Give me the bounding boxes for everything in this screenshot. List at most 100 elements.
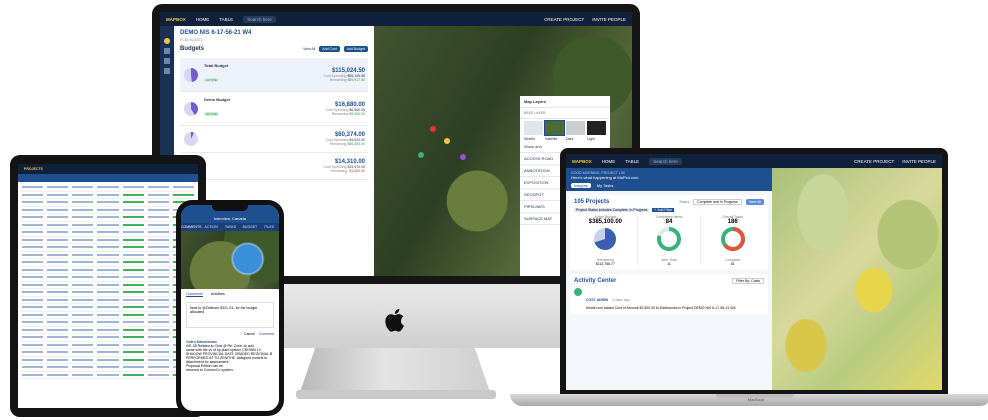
status-filter-select[interactable]: Complete and In Progress [693,199,742,205]
search-input[interactable]: Search here [649,157,682,165]
table-row[interactable] [20,372,196,379]
subtab-activities[interactable]: Activities [211,292,225,297]
view-all-link[interactable]: View All [303,47,315,51]
add-budget-button[interactable]: Add Budget [343,46,368,52]
tab-comments[interactable]: COMMENTS [181,225,201,229]
table-row[interactable] [20,199,196,207]
filter-chip[interactable]: Project Status includes Complete, In Pro… [574,208,650,212]
tab-my-tasks[interactable]: My Tasks [597,183,614,188]
tab-files[interactable]: FILES [260,225,279,229]
cancel-button[interactable]: Cancel [244,332,255,336]
base-option-streets[interactable] [524,121,543,135]
table-row[interactable] [20,214,196,222]
nav-table[interactable]: TABLE [625,159,639,164]
brand-logo[interactable]: MAPBOX [166,17,186,22]
table-cell [47,261,69,264]
dashboard-panel: GOOD MORNING, PROJECT LIM Here's what ha… [566,168,772,390]
table-cell [147,283,169,286]
search-input[interactable]: Search here [243,15,276,23]
table-row[interactable] [20,289,196,297]
table-row[interactable] [20,244,196,252]
map-marker[interactable] [430,126,436,132]
table-cell [147,313,169,316]
table-row[interactable] [20,274,196,282]
tab-insights[interactable]: Insights [571,183,591,188]
base-option-light[interactable] [587,121,606,135]
table-cell [22,246,44,249]
table-cell [47,313,69,316]
rail-icon-home[interactable] [164,38,170,44]
table-cell [147,321,169,324]
map-marker[interactable] [460,154,466,160]
table-row[interactable] [20,237,196,244]
comment-input[interactable]: Note to @Zeitloser 8321-S1- for the budg… [186,302,274,328]
create-project-button[interactable]: CREATE PROJECT [544,17,584,22]
status-label: Status [679,200,690,204]
invite-people-button[interactable]: INVITE PEOPLE [902,159,936,164]
comment-button[interactable]: Comment [259,332,274,336]
table-row[interactable] [20,297,196,304]
table-row[interactable] [20,349,196,357]
table-row[interactable] [20,252,196,259]
table-row[interactable] [20,327,196,334]
add-filter-button[interactable]: + Add Filter [652,208,675,212]
table-row[interactable] [20,222,196,229]
map-marker[interactable] [444,138,450,144]
terrain-map[interactable] [772,168,942,390]
invite-people-button[interactable]: INVITE PEOPLE [592,17,626,22]
table-cell [72,298,94,301]
budget-row[interactable]: $60,374.00 Cost Spending $4,020.00 Remaini… [180,126,368,153]
table-cell [72,328,94,331]
table-row[interactable] [20,312,196,319]
table-row[interactable] [20,207,196,214]
table-row[interactable] [20,357,196,364]
table-row[interactable] [20,304,196,312]
table-row[interactable] [20,267,196,274]
nav-home[interactable]: HOME [196,17,210,22]
table-cell [147,343,169,346]
table-row[interactable] [20,192,196,199]
table-cell [72,268,94,271]
rail-icon-files[interactable] [164,58,170,64]
tab-action[interactable]: ACTION [201,225,220,229]
remaining-label: Remaining [331,111,349,116]
budget-row[interactable]: $14,310.00 Cost Spending $15,970.00 Remain… [180,153,368,180]
tab-tasks[interactable]: TASKS [221,225,240,229]
tab-budget[interactable]: BUDGET [240,225,259,229]
table-row[interactable] [20,229,196,237]
table-row[interactable] [20,334,196,342]
subtab-comments[interactable]: Comments [186,292,203,297]
table-row[interactable] [20,342,196,349]
table-cell [122,351,144,354]
table-cell [147,231,169,234]
table-cell [97,358,119,361]
rail-icon-settings[interactable] [164,68,170,74]
view-all-button[interactable]: View All [745,199,764,205]
table-row[interactable] [20,282,196,289]
phone-screen: Interview, Canada COMMENTS ACTION TASKS … [181,205,279,411]
remaining-label: Remaining [330,169,348,173]
base-option-dark[interactable] [566,121,585,135]
budget-row[interactable]: Demo Budget ACTIVE $16,880.00 Cost Spending… [180,92,368,126]
table-cell [72,261,94,264]
create-project-button[interactable]: CREATE PROJECT [854,159,894,164]
base-option-satellite[interactable] [544,120,565,136]
table-row[interactable] [20,184,196,192]
nav-table[interactable]: TABLE [219,17,233,22]
table-row[interactable] [20,319,196,327]
table-cell [47,216,69,219]
budget-row[interactable]: Total Budget ACTIVE $115,024.50 Cost Spendi… [180,58,368,92]
nav-home[interactable]: HOME [602,159,616,164]
table-row[interactable] [20,259,196,267]
table-cell [97,328,119,331]
table-cell [147,298,169,301]
brand-logo[interactable]: MAPBOX [572,159,592,164]
activity-filter-select[interactable]: Filter By: Costs [732,278,764,284]
table-row[interactable] [20,364,196,372]
rail-icon-layers[interactable] [164,48,170,54]
phone-map[interactable] [181,231,279,289]
map-marker[interactable] [418,152,424,158]
activity-author[interactable]: COST ADMIN [586,298,608,302]
table-cell [97,291,119,294]
add-cost-button[interactable]: Add Cost [319,46,340,52]
